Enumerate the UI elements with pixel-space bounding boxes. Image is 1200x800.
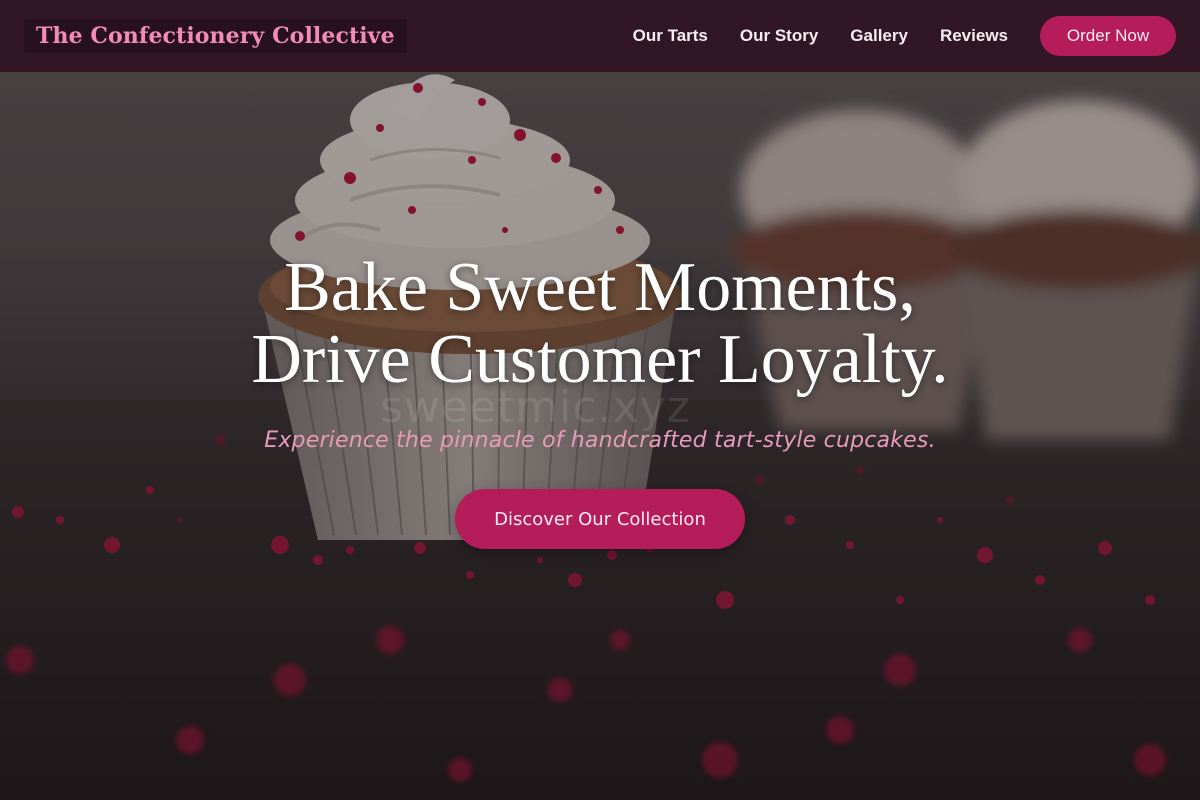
nav-link-our-story[interactable]: Our Story	[740, 26, 818, 46]
hero-headline-line-2: Drive Customer Loyalty.	[251, 321, 949, 398]
site-header: The Confectionery Collective Our Tarts O…	[0, 0, 1200, 72]
hero-tagline: Experience the pinnacle of handcrafted t…	[264, 428, 936, 453]
nav-link-our-tarts[interactable]: Our Tarts	[633, 26, 708, 46]
order-now-button[interactable]: Order Now	[1040, 16, 1176, 56]
hero-headline: Bake Sweet Moments, Drive Customer Loyal…	[0, 252, 1200, 396]
main-nav: Our Tarts Our Story Gallery Reviews Orde…	[633, 16, 1176, 56]
discover-collection-button[interactable]: Discover Our Collection	[455, 489, 745, 549]
nav-link-gallery[interactable]: Gallery	[850, 26, 908, 46]
brand-logo[interactable]: The Confectionery Collective	[24, 19, 407, 53]
nav-link-reviews[interactable]: Reviews	[940, 26, 1008, 46]
hero-section: Bake Sweet Moments, Drive Customer Loyal…	[0, 252, 1200, 549]
hero-headline-line-1: Bake Sweet Moments,	[284, 249, 916, 326]
